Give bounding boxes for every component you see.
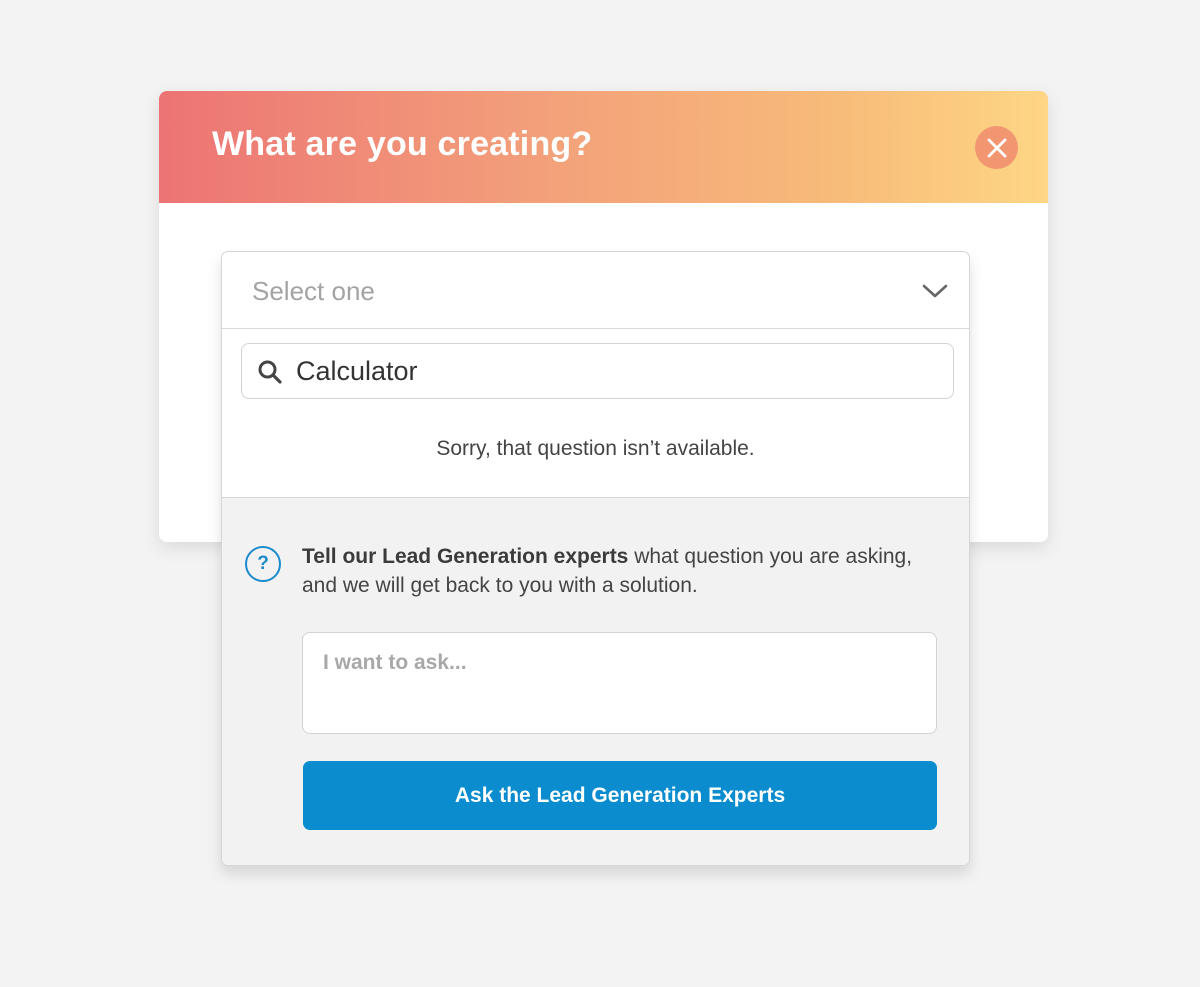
modal-title: What are you creating? [212, 125, 593, 163]
close-button[interactable] [975, 126, 1018, 169]
question-dropdown: Select one Sorry, that question isn’t av… [221, 251, 970, 866]
select-trigger[interactable]: Select one [222, 252, 969, 329]
no-results-message: Sorry, that question isn’t available. [436, 437, 755, 460]
select-placeholder: Select one [252, 276, 375, 306]
modal-header: What are you creating? [159, 91, 1048, 203]
help-text: Tell our Lead Generation experts what qu… [302, 542, 922, 600]
chevron-down-icon [922, 284, 948, 298]
help-text-bold: Tell our Lead Generation experts [302, 545, 629, 568]
question-circle-icon: ? [245, 546, 281, 582]
search-field[interactable] [241, 343, 954, 399]
close-icon [987, 138, 1006, 157]
help-panel: ? Tell our Lead Generation experts what … [222, 497, 969, 865]
search-input[interactable] [296, 344, 936, 398]
question-textarea[interactable] [302, 632, 937, 734]
ask-experts-button[interactable]: Ask the Lead Generation Experts [303, 761, 937, 830]
search-icon [258, 360, 282, 384]
